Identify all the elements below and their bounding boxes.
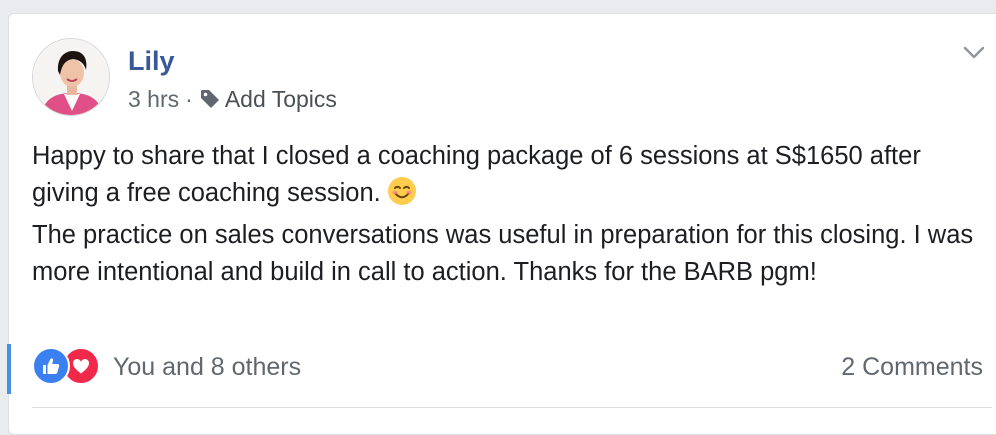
add-topics-link[interactable]: Add Topics bbox=[225, 84, 337, 114]
reaction-summary[interactable]: You and 8 others bbox=[113, 351, 301, 383]
avatar[interactable] bbox=[32, 38, 110, 116]
chevron-down-icon[interactable] bbox=[959, 38, 989, 68]
post-body: Happy to share that I closed a coaching … bbox=[32, 138, 992, 291]
tag-icon bbox=[199, 88, 221, 110]
comments-count-link[interactable]: 2 Comments bbox=[841, 351, 983, 383]
focus-indicator bbox=[7, 344, 11, 394]
post-timestamp[interactable]: 3 hrs bbox=[128, 84, 179, 114]
like-icon bbox=[32, 347, 70, 385]
reactions-bar: You and 8 others 2 Comments bbox=[7, 344, 996, 394]
post-paragraph: The practice on sales conversations was … bbox=[32, 221, 974, 286]
divider bbox=[32, 407, 992, 408]
reaction-icons[interactable] bbox=[32, 347, 100, 385]
post-paragraph: Happy to share that I closed a coaching … bbox=[32, 138, 992, 217]
post-meta: 3 hrs · Add Topics bbox=[128, 84, 337, 114]
smiling-face-icon bbox=[387, 176, 417, 217]
meta-separator: · bbox=[185, 86, 193, 112]
post-card: Lily 3 hrs · Add Topics Happy to share t… bbox=[7, 13, 996, 435]
author-name[interactable]: Lily bbox=[128, 44, 175, 78]
